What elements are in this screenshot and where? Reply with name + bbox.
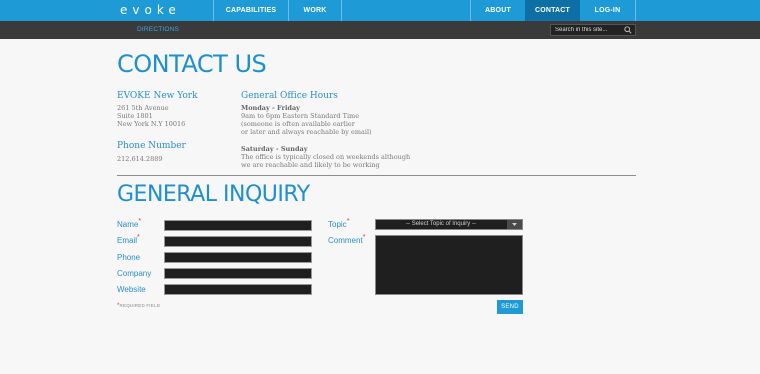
sub-nav: DIRECTIONS (0, 21, 760, 39)
company-field[interactable] (164, 268, 312, 279)
nav-log-in[interactable]: LOG-IN (580, 0, 635, 21)
office-address: 261 5th Avenue Suite 1801 New York N.Y 1… (117, 104, 185, 128)
inquiry-title: GENERAL INQUIRY (117, 182, 310, 207)
chevron-down-icon (512, 223, 517, 226)
weekend-hours: Saturday - Sunday The office is typicall… (241, 145, 410, 169)
phone-title: Phone Number (117, 141, 186, 151)
hours-line: The office is typically closed on weeken… (241, 153, 411, 161)
comment-label: Comment* (328, 234, 366, 245)
hours-line: or later and always reachable by email) (241, 128, 372, 136)
weekday-hours: Monday - Friday 9am to 6pm Eastern Stand… (241, 104, 372, 136)
search-icon[interactable] (624, 26, 632, 34)
address-line: Suite 1801 (117, 112, 153, 120)
topic-select[interactable]: -- Select Topic of Inquiry -- (375, 219, 523, 230)
required-mark: * (138, 218, 142, 225)
required-mark: * (346, 218, 350, 225)
topic-selected-value: -- Select Topic of Inquiry -- (406, 221, 476, 227)
comment-field[interactable] (375, 235, 523, 295)
dropdown-arrow[interactable] (507, 220, 522, 229)
weekday-label: Monday - Friday (241, 104, 300, 112)
address-line: New York N.Y 10016 (117, 120, 186, 128)
website-label: Website (117, 285, 146, 294)
comment-label-text: Comment (328, 236, 363, 245)
required-mark: * (117, 303, 120, 309)
nav-capabilities[interactable]: CAPABILITIES (214, 0, 288, 21)
name-field[interactable] (164, 220, 312, 231)
name-label: Name* (117, 218, 142, 229)
hours-line: (someone is often available earlier (241, 120, 355, 128)
office-title: EVOKE New York (117, 91, 198, 101)
name-label-text: Name (117, 220, 139, 229)
email-field[interactable] (164, 236, 312, 247)
phone-label: Phone (117, 253, 141, 262)
email-label: Email* (117, 234, 140, 245)
hours-title: General Office Hours (241, 91, 338, 101)
nav-work[interactable]: WORK (289, 0, 341, 21)
nav-divider (635, 0, 636, 21)
nav-contact[interactable]: CONTACT (525, 0, 580, 21)
search-box (550, 24, 636, 36)
hours-line: 9am to 6pm Eastern Standard Time (241, 112, 360, 120)
required-note: *REQUIRED FIELD (117, 303, 160, 309)
send-button[interactable]: SEND (497, 300, 523, 314)
evoke-logo[interactable]: evoke (120, 2, 181, 19)
nav-about[interactable]: ABOUT (471, 0, 525, 21)
phone-field[interactable] (164, 252, 312, 263)
hours-line: we are reachable and likely to be workin… (241, 161, 380, 169)
topic-label: Topic* (328, 218, 350, 229)
address-line: 261 5th Avenue (117, 104, 169, 112)
top-nav: evoke CAPABILITIES WORK ABOUT CONTACT LO… (0, 0, 760, 21)
section-divider (117, 175, 636, 176)
topic-label-text: Topic (328, 220, 347, 229)
email-label-text: Email (117, 236, 138, 245)
required-mark: * (137, 234, 140, 241)
company-label: Company (117, 269, 152, 278)
required-note-text: REQUIRED FIELD (119, 303, 161, 308)
search-input[interactable] (551, 25, 623, 35)
nav-divider (341, 0, 342, 21)
website-field[interactable] (164, 284, 312, 295)
directions-link[interactable]: DIRECTIONS (137, 21, 179, 39)
phone-number: 212.614.2889 (117, 155, 163, 163)
page-title: CONTACT US (117, 50, 267, 78)
required-mark: * (362, 234, 366, 241)
weekend-label: Saturday - Sunday (241, 145, 308, 153)
